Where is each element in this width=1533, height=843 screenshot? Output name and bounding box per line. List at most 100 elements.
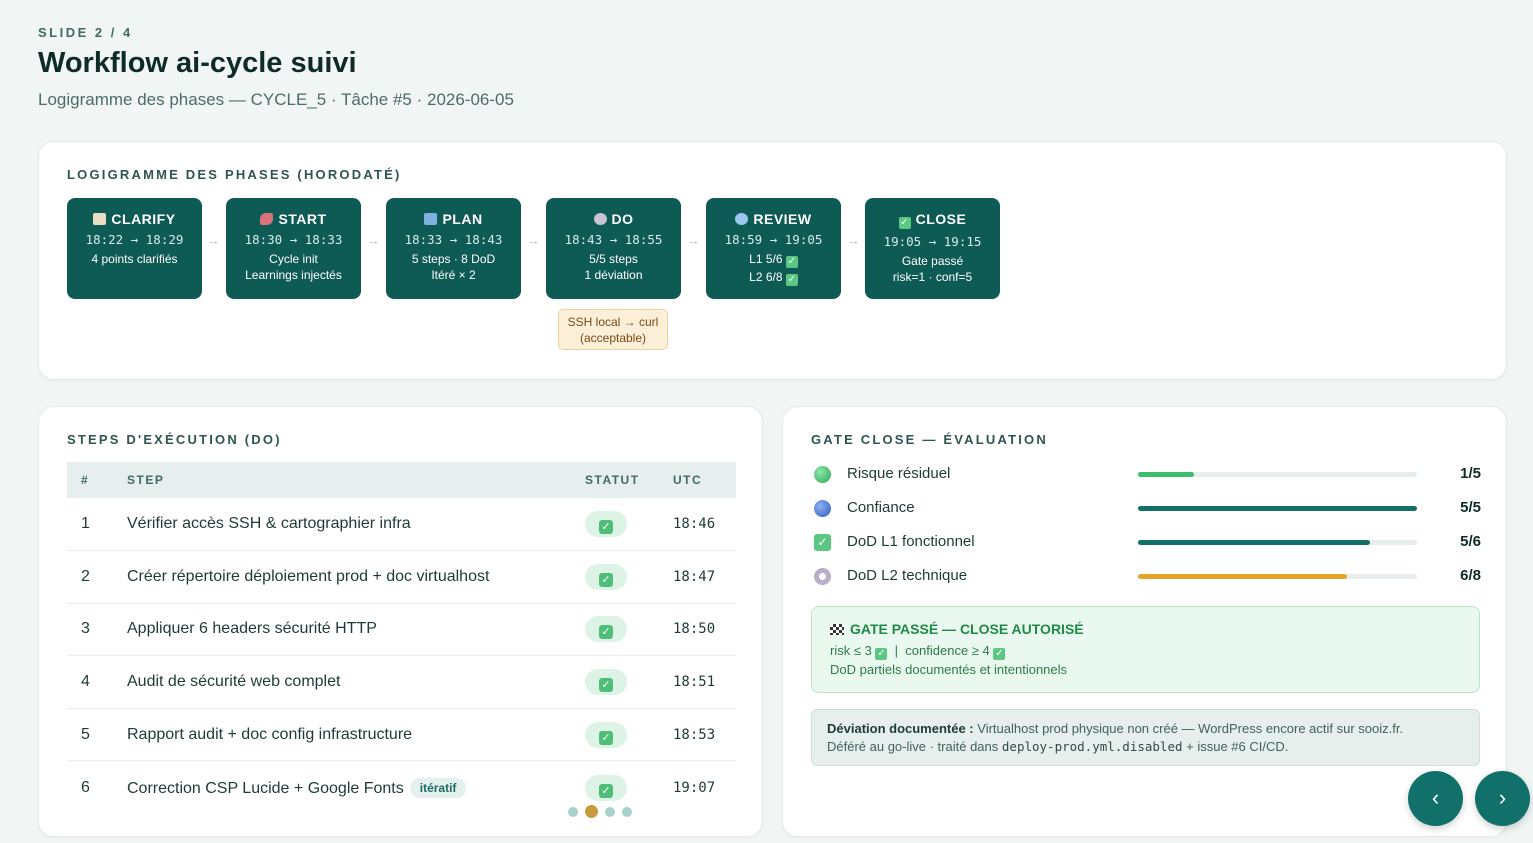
- book-icon: [424, 213, 438, 225]
- metric-track: [1138, 472, 1417, 477]
- check-icon: ✓: [875, 648, 888, 660]
- step-num: 1: [67, 498, 127, 552]
- checkbox-icon: ✓: [898, 217, 911, 229]
- iterative-badge: itératif: [409, 777, 467, 798]
- status-badge: ✓: [585, 721, 627, 748]
- phase-plan[interactable]: PLAN 18:33 → 18:43 5 steps · 8 DoD Itéré…: [386, 198, 521, 299]
- step-label: Créer répertoire déploiement prod + doc …: [127, 550, 585, 604]
- criteria-separator: |: [894, 643, 899, 658]
- col-utc-header: UTC: [673, 473, 703, 487]
- deviation-tag-line2: (acceptable): [579, 331, 647, 345]
- table-row[interactable]: 5 Rapport audit + doc config infrastruct…: [67, 708, 736, 762]
- gate-pass-title-text: GATE PASSÉ — CLOSE AUTORISÉ: [850, 621, 1084, 637]
- table-header-row: # STEP STATUT UTC: [67, 462, 736, 498]
- metric-dod-l1: ✓ DoD L1 fonctionnel 5/6: [811, 531, 1481, 555]
- phase-clarify[interactable]: CLARIFY 18:22 → 18:29 4 points clarifiés: [67, 198, 202, 299]
- check-icon: ✓: [599, 730, 613, 745]
- phase-start[interactable]: START 18:30 → 18:33 Cycle init Learnings…: [226, 198, 361, 299]
- phase-name: CLARIFY: [111, 211, 176, 227]
- gear-icon: [814, 568, 831, 585]
- phase-time: 18:59 → 19:05: [724, 232, 823, 247]
- phase-do[interactable]: DO 18:43 → 18:55 5/5 steps 1 déviation: [546, 198, 681, 299]
- phase-detail: Cycle init: [269, 252, 318, 266]
- phase-detail-2: Learnings injectés: [245, 268, 342, 282]
- check-icon: ✓: [599, 625, 613, 640]
- gate-note: DoD partiels documentés et intentionnels: [830, 662, 1068, 677]
- phase-detail-2: L2 6/8 ✓: [706, 270, 841, 286]
- phase-time: 18:30 → 18:33: [244, 232, 343, 247]
- gate-title: GATE CLOSE — ÉVALUATION: [811, 432, 1048, 447]
- phase-flow-card: LOGIGRAMME DES PHASES (HORODATÉ) CLARIFY…: [38, 141, 1507, 380]
- check-icon: ✓: [785, 256, 798, 268]
- metric-risk: Risque résiduel 1/5: [811, 463, 1481, 487]
- phase-detail-text: L1 5/6: [749, 252, 783, 266]
- pagination-dot[interactable]: [568, 806, 578, 817]
- table-row[interactable]: 1 Vérifier accès SSH & cartographier inf…: [67, 498, 736, 552]
- deviation-text1: Virtualhost prod physique non créé — Wor…: [977, 721, 1404, 736]
- status-badge: ✓: [585, 511, 627, 538]
- pagination-dot[interactable]: [605, 806, 615, 817]
- step-label: Audit de sécurité web complet: [127, 655, 585, 709]
- step-utc: 18:47: [673, 550, 736, 604]
- step-utc: 18:46: [673, 498, 736, 552]
- phase-time: 18:33 → 18:43: [404, 232, 503, 247]
- deviation-box: Déviation documentée : Virtualhost prod …: [811, 709, 1480, 766]
- gate-criteria: risk ≤ 3 ✓ | confidence ≥ 4 ✓: [830, 643, 1461, 660]
- phase-name: PLAN: [442, 211, 483, 227]
- col-step-header: STEP: [127, 473, 165, 487]
- table-row[interactable]: 3 Appliquer 6 headers sécurité HTTP ✓ 18…: [67, 603, 736, 657]
- table-row[interactable]: 4 Audit de sécurité web complet ✓ 18:51: [67, 655, 736, 709]
- step-utc: 18:51: [673, 655, 736, 709]
- status-badge: ✓: [585, 774, 627, 801]
- metric-label: DoD L1 fonctionnel: [847, 533, 975, 550]
- table-row[interactable]: 2 Créer répertoire déploiement prod + do…: [67, 550, 736, 604]
- next-slide-button[interactable]: ›: [1475, 771, 1530, 826]
- step-utc: 19:07: [673, 779, 716, 796]
- phase-detail: Gate passé: [901, 254, 964, 268]
- pagination-dot-active[interactable]: [585, 805, 598, 819]
- check-icon: ✓: [599, 520, 613, 535]
- deviation-tag: SSH local → curl (acceptable): [558, 309, 668, 350]
- prev-slide-button[interactable]: ‹: [1408, 771, 1463, 826]
- check-icon: ✓: [599, 678, 613, 693]
- clipboard-icon: [93, 213, 107, 225]
- step-num: 2: [67, 550, 127, 604]
- step-utc: 18:50: [673, 603, 736, 657]
- phase-flow-title: LOGIGRAMME DES PHASES (HORODATÉ): [67, 167, 402, 182]
- steps-title: STEPS D'EXÉCUTION (DO): [67, 432, 282, 447]
- pagination-dot[interactable]: [622, 806, 632, 817]
- check-icon: ✓: [785, 274, 798, 286]
- step-status: ✓: [585, 603, 673, 657]
- step-label: Correction CSP Lucide + Google Fonts: [127, 779, 404, 797]
- phase-detail-2: 1 déviation: [584, 268, 643, 282]
- metric-track: [1138, 540, 1417, 545]
- phase-detail: 4 points clarifiés: [91, 252, 178, 266]
- step-utc: 18:53: [673, 708, 736, 762]
- slide-label: SLIDE 2 / 4: [38, 25, 133, 40]
- check-box-icon: ✓: [814, 534, 831, 551]
- steps-card: STEPS D'EXÉCUTION (DO) # STEP STATUT UTC…: [38, 406, 763, 837]
- gate-pass-box: GATE PASSÉ — CLOSE AUTORISÉ risk ≤ 3 ✓ |…: [811, 606, 1480, 693]
- step-label: Vérifier accès SSH & cartographier infra: [127, 498, 585, 552]
- phase-detail: L1 5/6 ✓: [706, 252, 841, 268]
- metric-label: Confiance: [847, 499, 915, 516]
- step-label: Appliquer 6 headers sécurité HTTP: [127, 603, 585, 657]
- gate-pass-title: GATE PASSÉ — CLOSE AUTORISÉ: [830, 621, 1461, 637]
- risk-criterion: risk ≤ 3: [830, 643, 872, 658]
- flow-arrow: →: [846, 232, 860, 248]
- phase-close[interactable]: ✓ CLOSE 19:05 → 19:15 Gate passé risk=1 ·…: [865, 198, 1000, 299]
- green-circle-icon: [814, 466, 831, 483]
- flow-arrow: →: [206, 232, 220, 248]
- metric-track: [1138, 574, 1417, 579]
- metric-value: 5/6: [1460, 533, 1481, 550]
- phase-review[interactable]: REVIEW 18:59 → 19:05 L1 5/6 ✓ L2 6/8 ✓: [706, 198, 841, 299]
- deviation-file: deploy-prod.yml.disabled: [1001, 739, 1183, 754]
- slide-pagination: [568, 803, 639, 821]
- col-status-header: STATUT: [585, 473, 640, 487]
- metric-label: DoD L2 technique: [847, 567, 968, 584]
- check-icon: ✓: [599, 783, 613, 798]
- magnifier-icon: [735, 213, 749, 225]
- metric-confidence: Confiance 5/5: [811, 497, 1481, 521]
- steps-table: # STEP STATUT UTC 1 Vérifier accès SSH &…: [67, 462, 736, 814]
- flow-arrow: →: [686, 232, 700, 248]
